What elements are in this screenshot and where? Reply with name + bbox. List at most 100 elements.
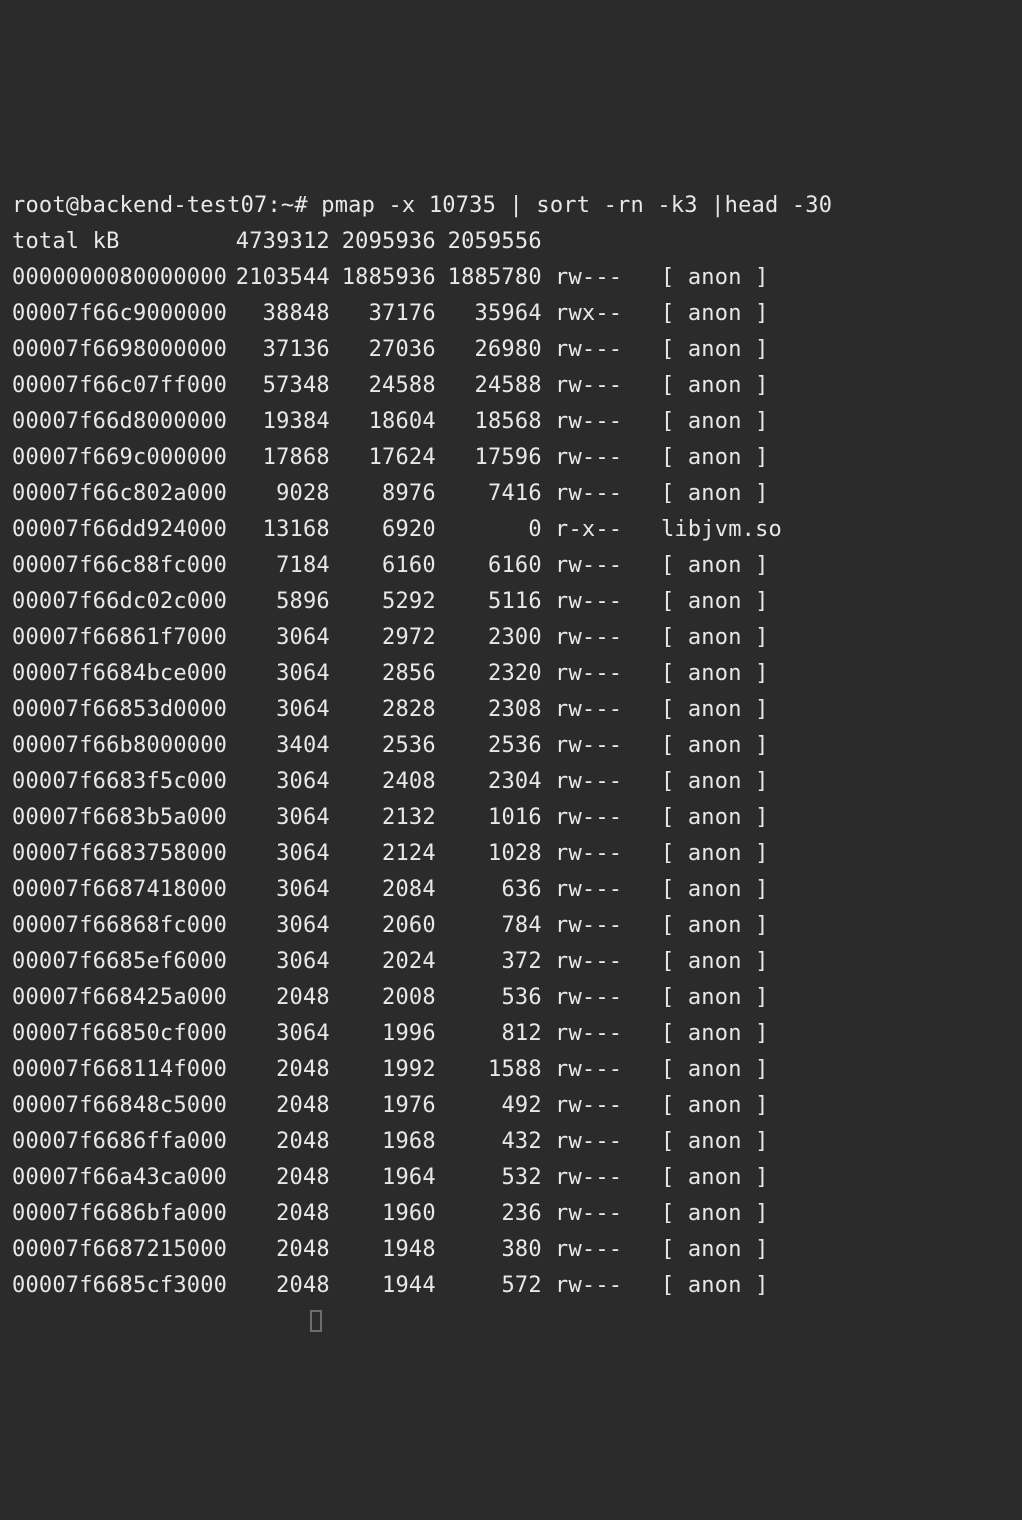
col-mode: rw--- [555, 476, 634, 512]
col-address: 00007f6686bfa000 [12, 1196, 224, 1232]
col-mode: rw--- [555, 1052, 634, 1088]
col-address: 00007f66c802a000 [12, 476, 224, 512]
col-mode: rw--- [555, 692, 634, 728]
col-kbytes: 17868 [224, 440, 330, 476]
col-dirty: 536 [436, 980, 542, 1016]
col-mode: rw--- [555, 620, 634, 656]
col-dirty: 24588 [436, 368, 542, 404]
col-kbytes: 5896 [224, 584, 330, 620]
pmap-row: 00007f6685ef600030642024372rw---[ anon ] [12, 944, 1022, 980]
col-mode: rw--- [555, 332, 634, 368]
col-address: 00007f66861f7000 [12, 620, 224, 656]
col-address: 00007f66d8000000 [12, 404, 224, 440]
col-kbytes: 38848 [224, 296, 330, 332]
col-rss: 37176 [330, 296, 436, 332]
col-kbytes: 3064 [224, 656, 330, 692]
col-address: 00007f668114f000 [12, 1052, 224, 1088]
col-rss: 1944 [330, 1268, 436, 1304]
col-dirty: 2300 [436, 620, 542, 656]
col-address: 00007f66868fc000 [12, 908, 224, 944]
col-dirty: 1028 [436, 836, 542, 872]
col-mode: rw--- [555, 908, 634, 944]
col-address: 00007f66850cf000 [12, 1016, 224, 1052]
pmap-row: 00007f66b8000000340425362536rw---[ anon … [12, 728, 1022, 764]
pmap-row: 00007f6686bfa00020481960236rw---[ anon ] [12, 1196, 1022, 1232]
col-kbytes: 19384 [224, 404, 330, 440]
col-kbytes: 57348 [224, 368, 330, 404]
col-dirty: 26980 [436, 332, 542, 368]
col-mapping: [ anon ] [661, 980, 769, 1016]
col-rss: 1996 [330, 1016, 436, 1052]
col-mapping: [ anon ] [661, 620, 769, 656]
col-address: 00007f6684bce000 [12, 656, 224, 692]
col-dirty: 492 [436, 1088, 542, 1124]
col-kbytes: 3404 [224, 728, 330, 764]
col-mapping: [ anon ] [661, 1196, 769, 1232]
col-mapping: [ anon ] [661, 332, 769, 368]
pmap-row: 00007f66c9000000388483717635964rwx--[ an… [12, 296, 1022, 332]
col-mapping: [ anon ] [661, 836, 769, 872]
terminal-output[interactable]: root@backend-test07:~# pmap -x 10735 | s… [12, 188, 1022, 1340]
col-rss: 1976 [330, 1088, 436, 1124]
col-mode: rw--- [555, 944, 634, 980]
col-rss: 2024 [330, 944, 436, 980]
col-address: 00007f66848c5000 [12, 1088, 224, 1124]
pmap-row: 00007f668425a00020482008536rw---[ anon ] [12, 980, 1022, 1016]
col-mode: rw--- [555, 1196, 634, 1232]
col-rss: 1960 [330, 1196, 436, 1232]
pmap-row: 0000000080000000210354418859361885780rw-… [12, 260, 1022, 296]
col-dirty: 5116 [436, 584, 542, 620]
col-mode: rw--- [555, 260, 634, 296]
command-text[interactable]: pmap -x 10735 | sort -rn -k3 |head -30 [321, 193, 832, 218]
col-rss: 2060 [330, 908, 436, 944]
col-address: 00007f66c9000000 [12, 296, 224, 332]
col-rss: 2536 [330, 728, 436, 764]
col-address: 00007f668425a000 [12, 980, 224, 1016]
col-kbytes: 3064 [224, 836, 330, 872]
col-address: 00007f669c000000 [12, 440, 224, 476]
col-rss: 2408 [330, 764, 436, 800]
col-rss: 27036 [330, 332, 436, 368]
col-mapping: [ anon ] [661, 1232, 769, 1268]
pmap-row: 00007f66848c500020481976492rw---[ anon ] [12, 1088, 1022, 1124]
col-mapping: [ anon ] [661, 1124, 769, 1160]
col-mode: rw--- [555, 1016, 634, 1052]
col-mapping: [ anon ] [661, 476, 769, 512]
col-rss: 1992 [330, 1052, 436, 1088]
col-mode: r-x-- [555, 512, 634, 548]
col-kbytes: 2048 [224, 1232, 330, 1268]
prompt-fragment [12, 1309, 308, 1334]
col-mode: rw--- [555, 368, 634, 404]
prompt-user: root@backend-test07 [12, 193, 267, 218]
col-dirty: 380 [436, 1232, 542, 1268]
col-dirty: 0 [436, 512, 542, 548]
col-kbytes: 3064 [224, 620, 330, 656]
col-mode: rw--- [555, 872, 634, 908]
cursor-icon [310, 1310, 322, 1332]
pmap-row: 00007f66c07ff000573482458824588rw---[ an… [12, 368, 1022, 404]
col-mode: rw--- [555, 836, 634, 872]
col-dirty: 2304 [436, 764, 542, 800]
total-dirty: 2059556 [436, 224, 542, 260]
col-kbytes: 9028 [224, 476, 330, 512]
col-mapping: [ anon ] [661, 764, 769, 800]
col-kbytes: 3064 [224, 800, 330, 836]
pmap-row: 00007f6685cf300020481944572rw---[ anon ] [12, 1268, 1022, 1304]
col-rss: 17624 [330, 440, 436, 476]
col-dirty: 2308 [436, 692, 542, 728]
col-address: 00007f6683758000 [12, 836, 224, 872]
col-rss: 2124 [330, 836, 436, 872]
pmap-row: 00007f66dd9240001316869200r-x--libjvm.so [12, 512, 1022, 548]
col-address: 00007f6698000000 [12, 332, 224, 368]
pmap-row: 00007f6683758000306421241028 rw--- [ anon … [12, 836, 1022, 872]
col-mode: rw--- [555, 1232, 634, 1268]
col-kbytes: 2048 [224, 980, 330, 1016]
col-mapping: [ anon ] [661, 656, 769, 692]
col-address: 00007f6683f5c000 [12, 764, 224, 800]
pmap-row: 00007f6683b5a000306421321016rw---[ anon … [12, 800, 1022, 836]
col-dirty: 1016 [436, 800, 542, 836]
col-rss: 2084 [330, 872, 436, 908]
pmap-row: 00007f668741800030642084636rw---[ anon ] [12, 872, 1022, 908]
next-prompt-line[interactable] [12, 1304, 1022, 1340]
pmap-row: 00007f6683f5c000306424082304rw---[ anon … [12, 764, 1022, 800]
